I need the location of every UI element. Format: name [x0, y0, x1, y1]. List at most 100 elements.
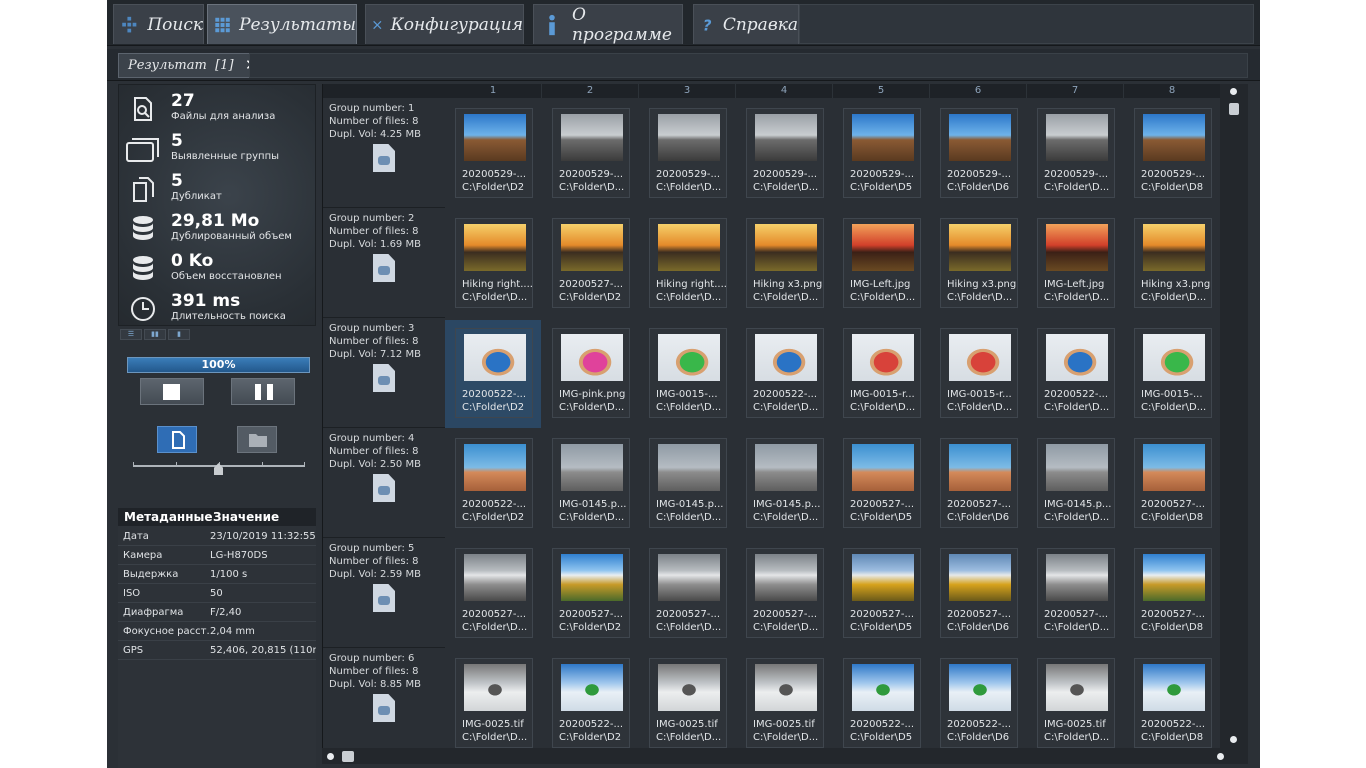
- scroll-up-dot[interactable]: [1230, 88, 1237, 95]
- thumbnail-cell[interactable]: 20200527-... C:\Folder\D...: [746, 548, 824, 638]
- thumbnail-cell[interactable]: 20200529-... C:\Folder\D...: [552, 108, 630, 198]
- thumbnail-cell[interactable]: IMG-Left.jpg C:\Folder\D...: [843, 218, 921, 308]
- tab-about[interactable]: О программе: [533, 4, 683, 45]
- metadata-value: 1/100 s: [210, 569, 248, 580]
- bar-view-icon[interactable]: ▮▮: [144, 329, 166, 340]
- scroll-down-dot[interactable]: [1230, 736, 1237, 743]
- tab-search[interactable]: Поиск: [113, 4, 204, 44]
- group-info[interactable]: Group number: 5 Number of files: 8 Dupl. V…: [323, 538, 445, 648]
- thumbnail-cell[interactable]: 20200529-... C:\Folder\D8: [1134, 108, 1212, 198]
- file-name: 20200527-...: [850, 609, 915, 620]
- thumbnail-cell[interactable]: Hiking x3.png C:\Folder\D...: [746, 218, 824, 308]
- thumbnail-size-slider[interactable]: [133, 462, 305, 477]
- stat-recovered: 0 Ko Объем восстановлен: [119, 249, 317, 289]
- thumbnail-cell[interactable]: 20200522-... C:\Folder\D5: [843, 658, 921, 748]
- horizontal-scrollbar[interactable]: [322, 748, 1248, 764]
- thumbnail-cell[interactable]: IMG-0025.tif C:\Folder\D...: [746, 658, 824, 748]
- vertical-scroll-thumb[interactable]: [1229, 103, 1239, 115]
- thumbnail-cell[interactable]: 20200529-... C:\Folder\D...: [1037, 108, 1115, 198]
- thumbnail-cell[interactable]: Hiking right.... C:\Folder\D...: [455, 218, 533, 308]
- thumbnail-cell[interactable]: 20200527-... C:\Folder\D...: [1037, 548, 1115, 638]
- group-number: Group number: 5: [329, 543, 415, 554]
- horizontal-scroll-thumb[interactable]: [342, 751, 354, 762]
- file-path: C:\Folder\D...: [656, 182, 722, 193]
- thumbnail-cell[interactable]: 20200527-... C:\Folder\D6: [940, 438, 1018, 528]
- file-name: 20200522-...: [753, 389, 818, 400]
- thumbnail-cell[interactable]: 20200529-... C:\Folder\D6: [940, 108, 1018, 198]
- thumbnail-cell[interactable]: 20200522-... C:\Folder\D...: [746, 328, 824, 418]
- pause-button[interactable]: [231, 378, 295, 405]
- file-name: Hiking x3.png: [947, 279, 1017, 290]
- svg-text:?: ?: [703, 17, 712, 34]
- thumbnail-cell[interactable]: IMG-0145.p... C:\Folder\D...: [552, 438, 630, 528]
- stat-files-value: 27: [171, 91, 195, 111]
- scroll-left-dot[interactable]: [327, 753, 334, 760]
- scroll-right-dot[interactable]: [1217, 753, 1224, 760]
- thumbnail-cell[interactable]: IMG-0145.p... C:\Folder\D...: [746, 438, 824, 528]
- image-thumbnail: [1046, 224, 1108, 271]
- thumbnail-cell[interactable]: 20200522-... C:\Folder\D...: [1037, 328, 1115, 418]
- tab-configuration[interactable]: Конфигурация: [365, 4, 524, 44]
- thumbnail-cell[interactable]: 20200527-... C:\Folder\D8: [1134, 548, 1212, 638]
- file-path: C:\Folder\D...: [753, 732, 819, 743]
- thumbnail-cell[interactable]: 20200529-... C:\Folder\D...: [746, 108, 824, 198]
- chart-view-icon[interactable]: ▮: [168, 329, 190, 340]
- file-name: 20200529-...: [1044, 169, 1109, 180]
- image-file-icon: [373, 474, 395, 502]
- thumbnail-cell[interactable]: 20200527-... C:\Folder\D2: [552, 218, 630, 308]
- thumbnail-cell[interactable]: 20200522-... C:\Folder\D8: [1134, 658, 1212, 748]
- metadata-row: Диафрагма F/2,40: [118, 603, 316, 622]
- thumbnail-cell[interactable]: IMG-Left.jpg C:\Folder\D...: [1037, 218, 1115, 308]
- thumbnail-cell[interactable]: 20200527-... C:\Folder\D5: [843, 438, 921, 528]
- thumbnail-cell[interactable]: 20200522-... C:\Folder\D2: [455, 328, 533, 418]
- file-path: C:\Folder\D...: [1141, 402, 1207, 413]
- thumbnail-cell[interactable]: IMG-pink.png C:\Folder\D...: [552, 328, 630, 418]
- group-info[interactable]: Group number: 1 Number of files: 8 Dupl. V…: [323, 98, 445, 208]
- group-info[interactable]: Group number: 3 Number of files: 8 Dupl. V…: [323, 318, 445, 428]
- thumbnail-cell[interactable]: 20200522-... C:\Folder\D6: [940, 658, 1018, 748]
- metadata-header-value: Значение: [213, 510, 280, 524]
- thumbnail-cell[interactable]: IMG-0015-r... C:\Folder\D...: [843, 328, 921, 418]
- thumbnail-cell[interactable]: 20200529-... C:\Folder\D2: [455, 108, 533, 198]
- file-view-button[interactable]: [157, 426, 197, 453]
- thumbnail-cell[interactable]: IMG-0145.p... C:\Folder\D...: [649, 438, 727, 528]
- thumbnail-cell[interactable]: IMG-0015-... C:\Folder\D...: [1134, 328, 1212, 418]
- group-info[interactable]: Group number: 4 Number of files: 8 Dupl. V…: [323, 428, 445, 538]
- result-tab[interactable]: Результат [1] ✕: [118, 53, 265, 78]
- thumbnail-cell[interactable]: IMG-0145.p... C:\Folder\D...: [1037, 438, 1115, 528]
- tab-bar-filler: [799, 4, 1254, 44]
- tab-results[interactable]: Результаты: [207, 4, 357, 44]
- thumbnail-cell[interactable]: IMG-0015-... C:\Folder\D...: [649, 328, 727, 418]
- thumbnail-cell[interactable]: Hiking x3.png C:\Folder\D...: [940, 218, 1018, 308]
- thumbnail-cell[interactable]: 20200529-... C:\Folder\D...: [649, 108, 727, 198]
- group-dup-volume: Dupl. Vol: 2.59 MB: [329, 569, 421, 580]
- tab-help[interactable]: ? Справка: [693, 4, 799, 44]
- file-name: 20200522-...: [462, 389, 527, 400]
- thumbnail-cell[interactable]: IMG-0015-r... C:\Folder\D...: [940, 328, 1018, 418]
- thumbnail-cell[interactable]: 20200527-... C:\Folder\D8: [1134, 438, 1212, 528]
- thumbnail-cell[interactable]: IMG-0025.tif C:\Folder\D...: [1037, 658, 1115, 748]
- vertical-scrollbar[interactable]: [1220, 84, 1248, 748]
- thumbnail-cell[interactable]: 20200527-... C:\Folder\D...: [649, 548, 727, 638]
- stop-button[interactable]: [140, 378, 204, 405]
- thumbnail-cell[interactable]: IMG-0025.tif C:\Folder\D...: [649, 658, 727, 748]
- thumbnail-cell[interactable]: 20200529-... C:\Folder\D5: [843, 108, 921, 198]
- thumbnail-cell[interactable]: IMG-0025.tif C:\Folder\D...: [455, 658, 533, 748]
- group-info[interactable]: Group number: 2 Number of files: 8 Dupl. V…: [323, 208, 445, 318]
- thumbnail-cell[interactable]: Hiking x3.png C:\Folder\D...: [1134, 218, 1212, 308]
- thumbnail-cell[interactable]: 20200527-... C:\Folder\D2: [552, 548, 630, 638]
- thumbnail-cell[interactable]: 20200522-... C:\Folder\D2: [552, 658, 630, 748]
- file-name: 20200527-...: [462, 609, 527, 620]
- thumbnail-cell[interactable]: Hiking right.... C:\Folder\D...: [649, 218, 727, 308]
- group-file-count: Number of files: 8: [329, 666, 419, 677]
- thumbnail-cell[interactable]: 20200527-... C:\Folder\D...: [455, 548, 533, 638]
- thumbnail-cell[interactable]: 20200522-... C:\Folder\D2: [455, 438, 533, 528]
- file-name: 20200527-...: [559, 609, 624, 620]
- folder-view-button[interactable]: [237, 426, 277, 453]
- list-view-icon[interactable]: ☰: [120, 329, 142, 340]
- group-info[interactable]: Group number: 6 Number of files: 8 Dupl. V…: [323, 648, 445, 758]
- metadata-value: 2,04 mm: [210, 626, 255, 637]
- file-name: 20200527-...: [947, 499, 1012, 510]
- thumbnail-cell[interactable]: 20200527-... C:\Folder\D6: [940, 548, 1018, 638]
- thumbnail-cell[interactable]: 20200527-... C:\Folder\D5: [843, 548, 921, 638]
